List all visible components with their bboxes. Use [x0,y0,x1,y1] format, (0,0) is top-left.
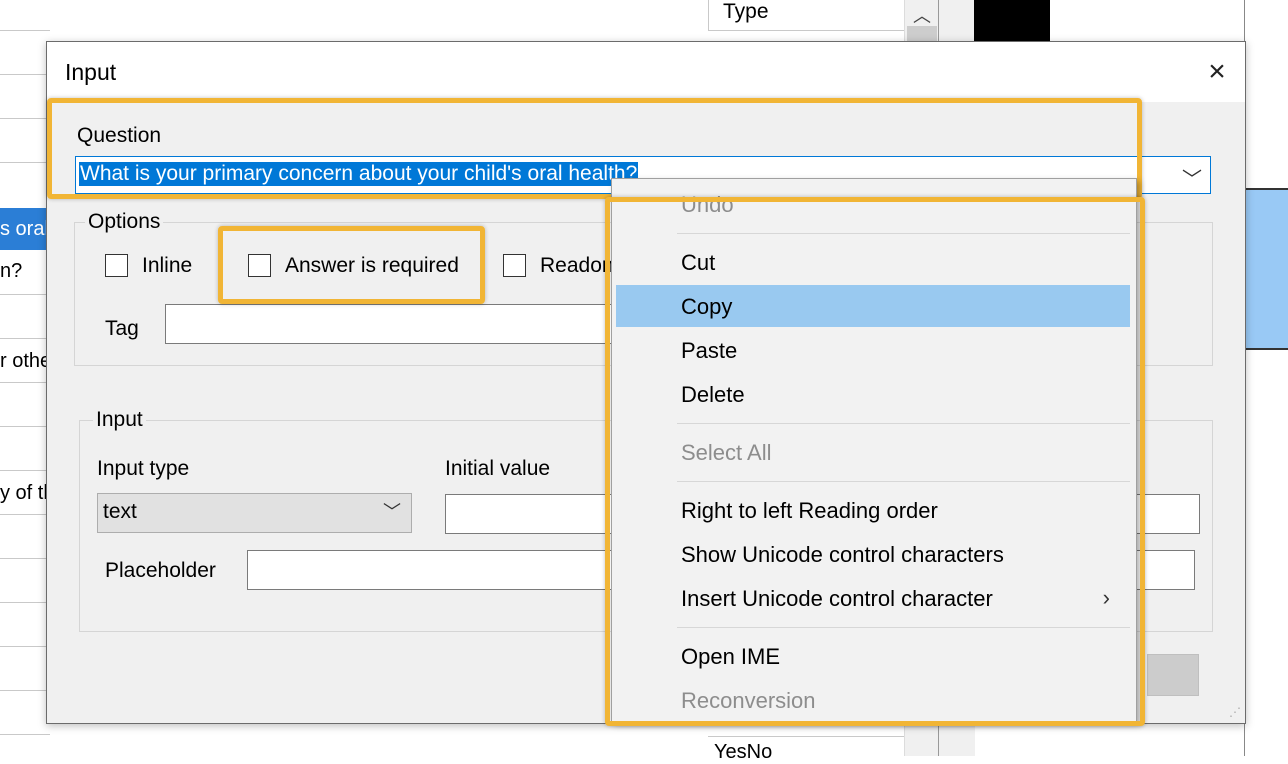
close-icon[interactable]: × [1197,52,1237,92]
grid-line [0,30,50,31]
black-panel [974,0,1050,42]
grid-line [0,118,50,119]
grid-line [0,514,50,515]
readonly-checkbox[interactable] [503,254,526,277]
dialog-titlebar[interactable]: Input × [47,42,1245,102]
grid-line [0,734,50,735]
grid-cell[interactable]: n? [0,260,46,283]
grid-line [0,426,50,427]
options-group-label: Options [85,210,164,234]
grid-line [0,162,50,163]
inline-checkbox[interactable] [105,254,128,277]
grid-line [0,690,50,691]
grid-cell[interactable]: r othe [0,350,46,373]
right-panel [1244,0,1288,756]
readonly-label: Readon [540,254,614,277]
input-group-label: Input [93,408,146,432]
grid-line [0,338,50,339]
required-highlight [218,226,485,304]
input-type-select[interactable]: text ﹀ [97,493,412,533]
resize-grip-icon[interactable]: ⋰ [1229,705,1241,719]
chevron-down-icon: ﹀ [383,502,401,522]
dialog-title: Input [65,59,117,85]
tag-label: Tag [105,317,139,340]
placeholder-label: Placeholder [105,559,216,582]
selected-block[interactable] [1244,188,1288,350]
type-column-header[interactable]: Type [708,0,905,31]
input-type-value: text [103,500,137,523]
grid-cell[interactable]: y of th [0,482,46,505]
inline-label: Inline [142,254,193,277]
scroll-up-icon[interactable]: ︿ [913,2,931,28]
grid-line [0,646,50,647]
grid-cell-selected[interactable]: s oral [0,208,48,250]
chevron-down-icon[interactable]: ﹀ [1182,163,1202,192]
grid-line [0,470,50,471]
grid-line [0,74,50,75]
grid-line [0,602,50,603]
type-header-label: Type [723,0,769,23]
type-cell-label: YesNo [714,741,773,763]
context-menu-highlight [605,197,1145,726]
grid-cell-type[interactable]: YesNo [708,736,904,763]
initial-value-label: Initial value [445,457,551,480]
ok-button[interactable] [1147,654,1199,696]
tag-input[interactable] [165,304,625,344]
grid-line [0,558,50,559]
grid-line [0,382,50,383]
input-type-label: Input type [97,457,190,480]
grid-line [0,294,50,295]
